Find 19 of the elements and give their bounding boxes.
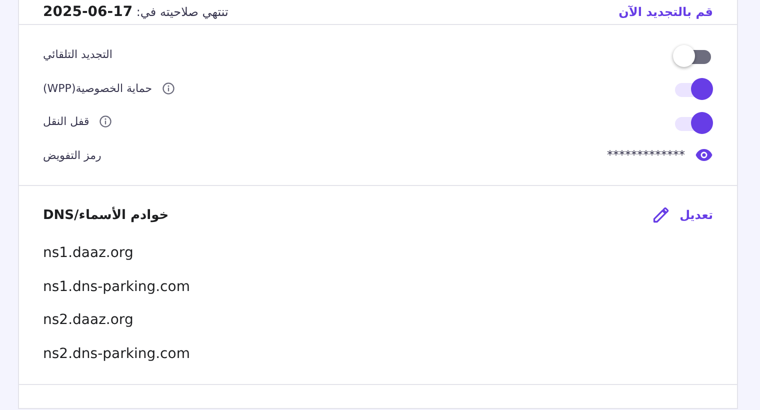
edit-link[interactable]: تعديل [680,208,713,222]
nameserver-text: ns1.dns-parking.com [43,278,190,295]
eye-icon[interactable] [695,148,713,162]
setting-label: رمز التفويض [43,148,102,162]
nameserver-text: ns2.dns-parking.com [43,346,190,362]
renew-now-link[interactable]: قم بالتجديد الآن [618,5,713,19]
pencil-icon[interactable] [652,206,670,224]
toggle-switch[interactable] [673,76,713,100]
nameserver-text: ns1.daaz.org [43,244,134,261]
info-icon[interactable] [162,82,175,95]
nameserver-text: ns2.daaz.org [43,312,134,328]
setting-label: التجديد التلقائي [43,48,112,62]
setting-label: قفل النقل [43,115,90,128]
nameservers-title: خوادم الأسماء/DNS [43,208,169,222]
info-icon[interactable] [99,115,112,128]
toggle-switch[interactable] [673,110,713,134]
masked-code: ************* [607,148,685,162]
toggle-switch[interactable] [673,42,713,67]
setting-label: حماية الخصوصية(WPP) [43,82,152,95]
